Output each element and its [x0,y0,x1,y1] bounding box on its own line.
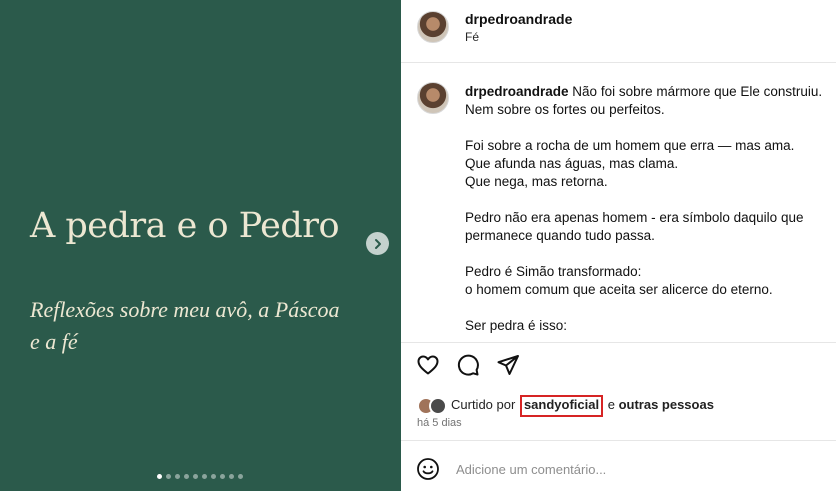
post-caption: drpedroandrade Não foi sobre mármore que… [465,83,825,342]
chevron-right-icon [374,238,381,249]
header-divider [401,62,836,63]
caption-paragraph: Pedro é Simão transformado: o homem comu… [465,264,773,297]
carousel-dot [228,474,234,479]
carousel-dot [201,474,207,479]
others-link[interactable]: outras pessoas [619,397,714,412]
share-icon [497,355,519,375]
caption-paragraph: Ser pedra é isso: [465,318,568,333]
caption-first-line: Não foi sobre mármore que Ele construiu. [572,84,823,99]
share-button[interactable] [495,352,521,378]
carousel-dots [0,474,401,479]
author-avatar[interactable] [417,11,449,43]
carousel-next-button[interactable] [366,232,389,255]
likes-summary: Curtido por sandyoficial e outras pessoa… [417,395,714,417]
post-carousel-slide: A pedra e o Pedro Reflexões sobre meu av… [0,0,401,491]
carousel-dot [237,474,243,479]
liker-avatar[interactable] [429,397,447,415]
carousel-dot [183,474,189,479]
slide-subtitle: Reflexões sobre meu avô, a Páscoa e a fé [30,297,340,354]
comment-divider [401,440,836,441]
caption-avatar[interactable] [417,82,449,114]
likes-text: Curtido por sandyoficial e outras pessoa… [451,395,714,417]
liker-username[interactable]: sandyoficial [519,395,604,417]
emoji-icon [417,458,439,480]
header-username[interactable]: drpedroandrade [465,11,572,27]
caption-divider [401,342,836,343]
carousel-dot [219,474,225,479]
post-timestamp[interactable]: há 5 dias [417,417,462,429]
comment-composer: Adicione um comentário... [415,456,606,482]
caption-paragraph: Pedro não era apenas homem - era símbolo… [465,210,804,243]
emoji-button[interactable] [415,456,441,482]
carousel-dot [210,474,216,479]
comment-input[interactable]: Adicione um comentário... [456,462,606,477]
caption-username[interactable]: drpedroandrade [465,84,569,99]
caption-paragraph: Nem sobre os fortes ou perfeitos. [465,102,665,117]
comment-icon [457,354,479,376]
carousel-dot [174,474,180,479]
slide-title: A pedra e o Pedro [30,206,340,246]
carousel-dot [165,474,171,479]
post-actions [415,352,521,378]
comment-button[interactable] [455,352,481,378]
carousel-dot [156,474,162,479]
like-button[interactable] [415,352,441,378]
carousel-dot [192,474,198,479]
post-details-panel: drpedroandrade Fé drpedroandrade Não foi… [401,0,836,491]
caption-paragraph: Foi sobre a rocha de um homem que erra —… [465,138,795,189]
header-subtitle: Fé [465,30,480,44]
heart-icon [417,355,439,375]
